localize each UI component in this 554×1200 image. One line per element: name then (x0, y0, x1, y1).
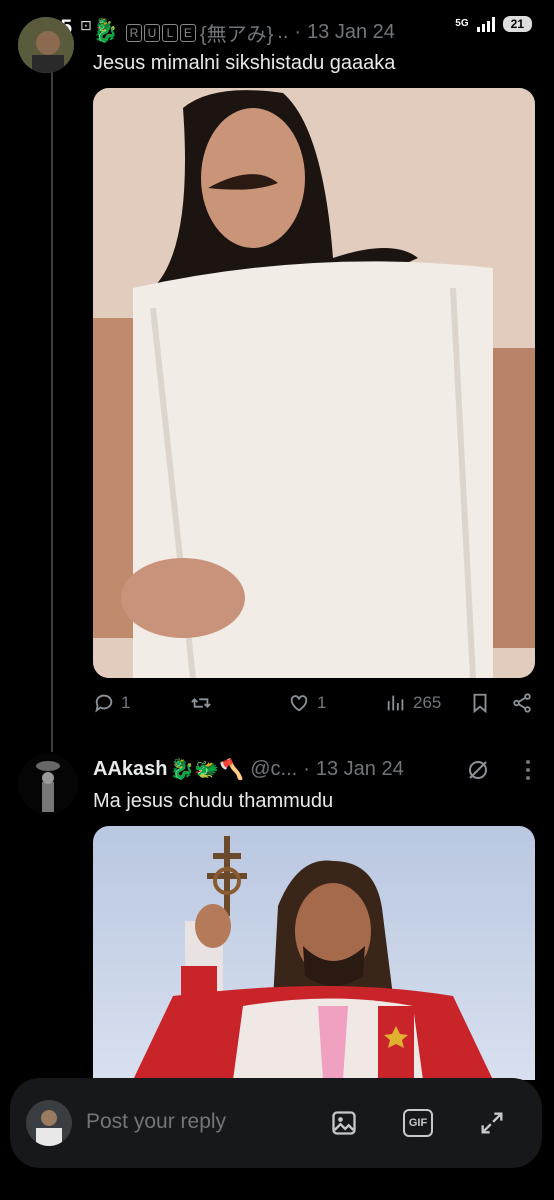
tweet1-date[interactable]: 13 Jan 24 (307, 21, 395, 44)
expand-icon (481, 1112, 503, 1134)
grok-button[interactable] (466, 758, 490, 787)
tweet1-photo (93, 88, 535, 678)
image-button[interactable] (327, 1106, 361, 1140)
grok-icon (469, 761, 487, 779)
bookmark-button[interactable] (469, 692, 491, 714)
like-count: 1 (317, 693, 327, 712)
tweet1-image[interactable] (93, 88, 535, 678)
expand-button[interactable] (475, 1106, 509, 1140)
image-icon (332, 1111, 356, 1135)
tweet2-emojis: 🐉🐲🪓 (169, 759, 245, 781)
reply-input[interactable]: Post your reply (86, 1110, 226, 1134)
heart-icon (290, 695, 308, 712)
share-icon (513, 693, 531, 713)
avatar-image (18, 17, 74, 73)
tweet2-handle[interactable]: @c... (250, 758, 297, 781)
views-button[interactable]: 265 (385, 692, 441, 714)
views-count: 265 (413, 693, 442, 712)
screenshot-icon: ⊡ (80, 17, 92, 33)
battery-badge: 21 (502, 16, 532, 32)
tweet1-header: 🐉 RULE {無アみ} .. · 13 Jan 24 (93, 18, 395, 47)
tweet2-separator: · (303, 758, 310, 780)
tweet2-date[interactable]: 13 Jan 24 (316, 758, 404, 781)
retweet-icon (191, 698, 211, 708)
thread-line (51, 72, 53, 752)
retweet-button[interactable] (189, 692, 219, 714)
more-options-icon[interactable] (526, 760, 530, 780)
like-button[interactable]: 1 (287, 692, 326, 714)
tweet1-avatar[interactable] (18, 17, 74, 73)
tweet2-photo (93, 826, 535, 1080)
avatar-image (18, 754, 78, 814)
reply-button[interactable]: 1 (93, 692, 130, 714)
tweet1-name-suffix: {無アみ} (199, 24, 274, 46)
tweet2-avatar[interactable] (18, 754, 78, 814)
tweet2-name[interactable]: AAkash (93, 758, 167, 781)
bookmark-icon (473, 693, 487, 714)
gif-button[interactable]: GIF (401, 1106, 435, 1140)
tweet1-text: Jesus mimalni sikshistadu gaaaka (93, 52, 396, 74)
tweet2-image[interactable] (93, 826, 535, 1080)
avatar-image (26, 1100, 72, 1146)
share-button[interactable] (511, 692, 533, 714)
tweet1-action-bar: 1 1 265 (93, 692, 539, 724)
signal-icon (476, 16, 495, 32)
reply-avatar[interactable] (26, 1100, 72, 1146)
reply-count: 1 (121, 693, 131, 712)
reply-icon (95, 694, 113, 713)
status-right: 5G 21 (455, 16, 532, 32)
tweet2-text: Ma jesus chudu thammudu (93, 790, 334, 812)
tweet2-header: AAkash 🐉🐲🪓 @c... · 13 Jan 24 (93, 757, 404, 782)
dragon-emoji-icon: 🐉 (93, 22, 118, 44)
reply-composer[interactable]: Post your reply GIF (10, 1078, 542, 1168)
tweet1-ellipsis: .. (277, 21, 289, 43)
tweet1-separator: · (294, 21, 302, 43)
tweet1-name[interactable]: RULE (125, 23, 196, 42)
views-icon (387, 695, 404, 711)
network-indicator: 5G (455, 18, 469, 29)
gif-icon: GIF (403, 1109, 433, 1137)
